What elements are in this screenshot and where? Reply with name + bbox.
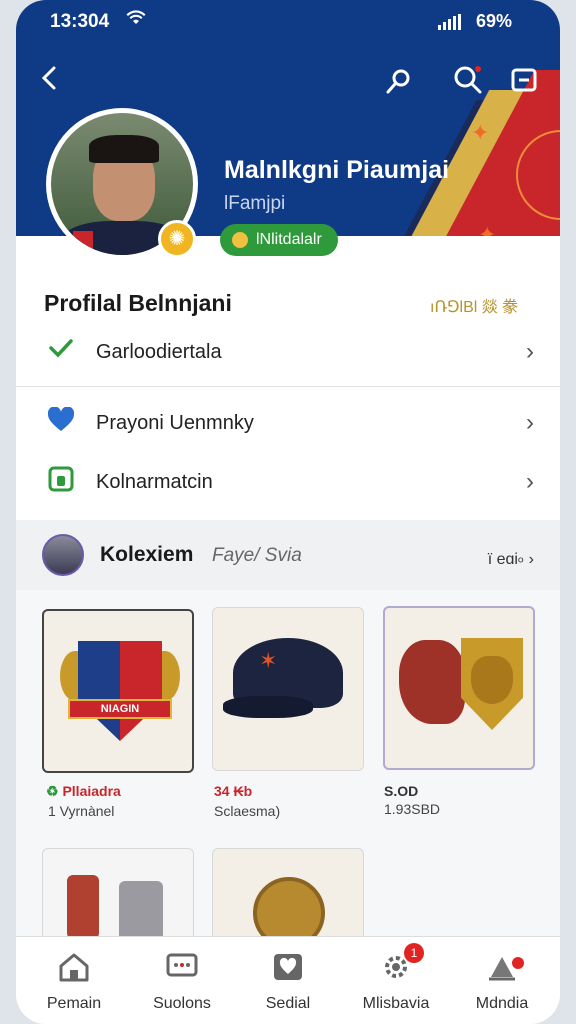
chevron-right-icon: › (526, 338, 534, 365)
tab-label: Suolons (153, 995, 211, 1012)
tab-mlisbavia[interactable]: 1 Mlisbavia (346, 943, 446, 1013)
see-all-link[interactable]: ï eɑi৹ › (488, 546, 534, 573)
bottom-tab-bar: Pemain Suolons Sedial 1 Mlisbavia Mdndia (16, 936, 560, 1024)
menu-icon[interactable] (510, 66, 538, 99)
home-icon (24, 951, 124, 985)
cup-icon (119, 881, 163, 941)
tab-suolons[interactable]: Suolons (132, 951, 232, 1013)
divider (16, 386, 560, 387)
status-time: 13:304 (50, 11, 110, 32)
glove-icon (399, 640, 465, 724)
menu-item-label: Garloodiertala (96, 340, 222, 363)
section-meta: ıՌ⅁lΒl 燚 豢 (430, 299, 519, 316)
item-price-text: Pllaiadra (62, 783, 121, 799)
notification-badge: 1 (404, 943, 424, 963)
menu-item-label: Prayoni Uenmnky (96, 411, 254, 434)
gear-icon (346, 951, 446, 985)
see-all-label: ï eɑi৹ (487, 551, 525, 568)
chevron-right-icon: › (526, 409, 534, 436)
shield-label: NIAGIN (68, 699, 172, 719)
tab-mdndia[interactable]: Mdndia (452, 951, 552, 1013)
phone-screen: ✦ ✦ 13:304 69% ✺ Malnlkgni Piaumjai lFam… (16, 0, 560, 1024)
tab-label: Sedial (265, 995, 311, 1012)
collection-title: Kolexiem (100, 543, 194, 566)
check-icon (46, 338, 76, 366)
back-button[interactable] (40, 64, 58, 95)
heart-box-icon (238, 951, 338, 985)
tab-label: Pemain (46, 995, 102, 1012)
menu-item-kolnarmatcin[interactable]: Kolnarmatcin › (16, 452, 560, 512)
profile-header: ✦ ✦ 13:304 69% ✺ Malnlkgni Piaumjai lFam… (16, 0, 560, 262)
coin-badge-icon: ✺ (158, 220, 196, 258)
tab-pemain[interactable]: Pemain (24, 951, 124, 1013)
menu-item-garloodiertala[interactable]: Garloodiertala › (16, 322, 560, 382)
profile-search-icon[interactable] (384, 66, 414, 101)
tab-label: Mlisbavia (362, 995, 430, 1012)
profile-handle: lFamjpi (224, 193, 286, 214)
profile-name: Malnlkgni Piaumjai (224, 156, 450, 184)
battery-level: 69% (476, 11, 513, 31)
item-name: Sclaesma) (214, 803, 281, 819)
section-title: Profilal Belnnjani (44, 290, 232, 316)
coin-icon (232, 232, 248, 248)
item-name: 1 Vyrnànel (48, 803, 115, 819)
avatar[interactable] (42, 534, 84, 576)
item-price: S.OD (384, 783, 419, 799)
item-price: 34 ₭b (214, 783, 253, 799)
collection-header: Kolexiem Faye/ Svia ï eɑi৹ › (16, 520, 560, 590)
can-icon (67, 875, 99, 939)
menu-item-label: Kolnarmatcin (96, 470, 213, 493)
star-icon: ✶ (259, 648, 278, 673)
collection-subtitle: Faye/ Svia (212, 545, 302, 566)
heart-icon (46, 406, 76, 439)
status-badge-label: lNlitdalalr (256, 231, 322, 248)
status-bar: 13:304 69% (16, 0, 560, 44)
star-icon: ✦ (471, 120, 490, 145)
item-card-glove-mask[interactable] (383, 606, 535, 770)
wifi-icon (126, 10, 146, 31)
tab-label: Mdndia (475, 995, 529, 1012)
item-name: 1.93SBD (384, 801, 441, 817)
item-card-shield[interactable]: NIAGIN (42, 609, 194, 773)
tab-sedial[interactable]: Sedial (238, 951, 338, 1013)
signal-icon (438, 14, 461, 30)
item-card-cap[interactable]: ✶ (212, 607, 364, 771)
shield-icon (78, 641, 162, 741)
chat-icon (132, 951, 232, 985)
menu-item-prayoni[interactable]: Prayoni Uenmnky › (16, 393, 560, 453)
item-price: ♻ Pllaiadra (46, 783, 121, 799)
alert-icon (452, 951, 552, 985)
status-badge[interactable]: lNlitdalalr (220, 224, 338, 256)
search-icon[interactable] (452, 64, 484, 101)
lock-icon (46, 466, 76, 498)
chevron-right-icon: › (526, 468, 534, 495)
notification-dot (512, 957, 524, 969)
